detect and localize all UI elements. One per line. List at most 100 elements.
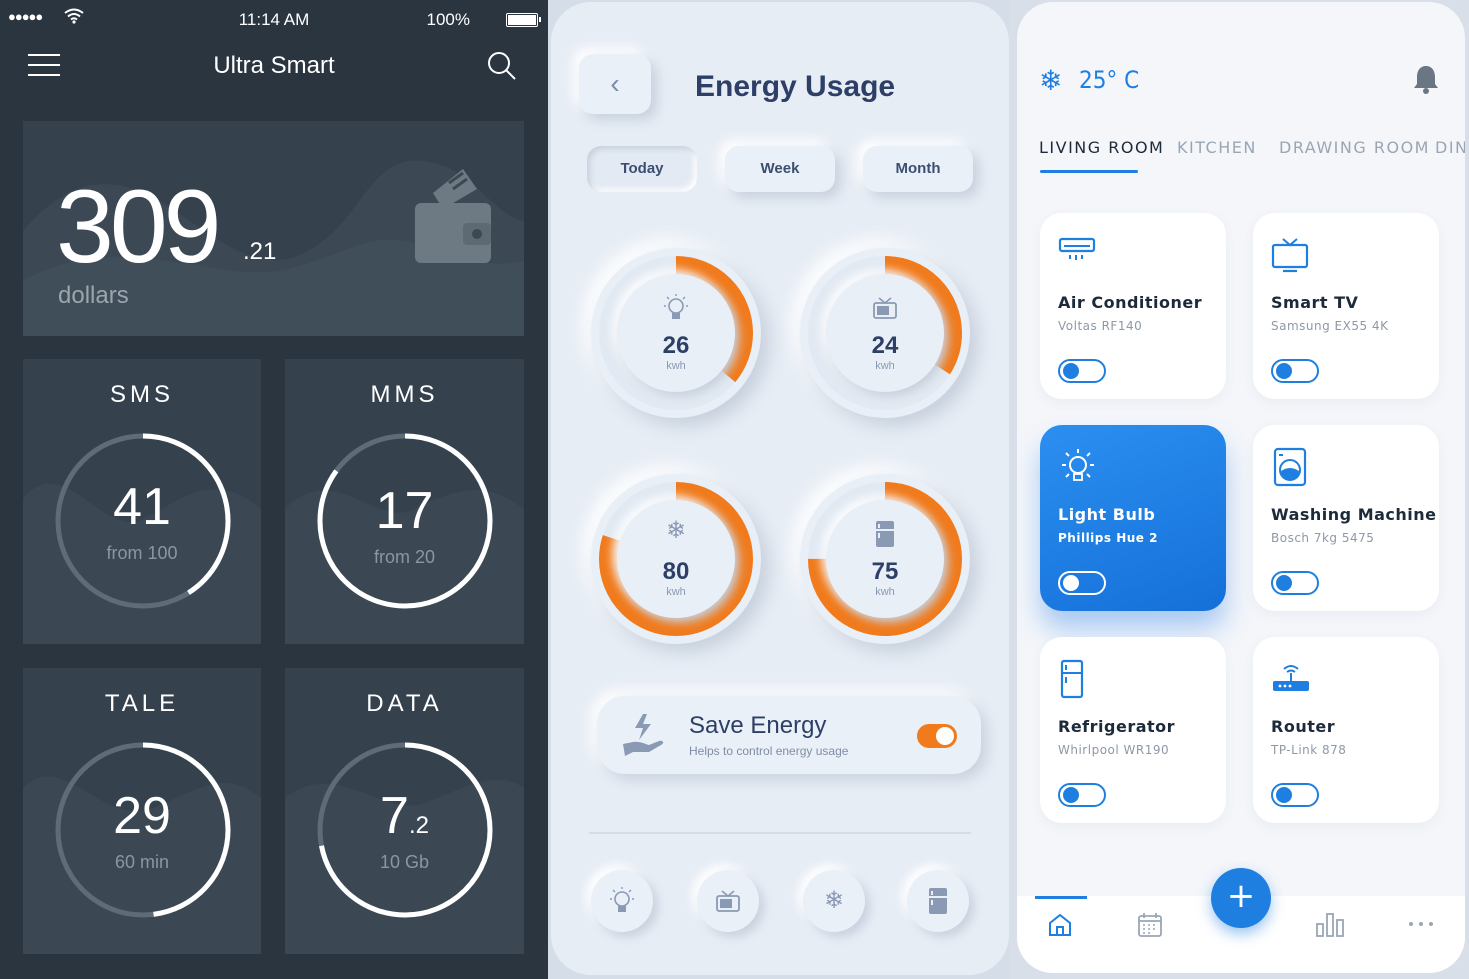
gauge-bulb-value: 26 [662,332,690,359]
tab-drawing-room[interactable]: DRAWING ROOM [1279,138,1430,157]
sms-title: SMS [109,381,174,408]
save-energy-title: Save Energy [689,712,827,739]
balance-decimal: .21 [243,238,277,265]
nav-tv-button[interactable] [697,870,759,932]
tab-kitchen[interactable]: KITCHEN [1177,138,1257,157]
tab-dining[interactable]: DINI [1435,138,1465,157]
device-name: Light Bulb [1058,505,1156,524]
device-toggle[interactable] [1058,359,1106,383]
tab-week[interactable]: Week [725,146,835,192]
device-card-refrigerator[interactable]: Refrigerator Whirlpool WR190 [1040,637,1226,823]
device-card-light-bulb[interactable]: Light Bulb Phillips Hue 2 [1040,425,1226,611]
tale-title: TALE [104,690,180,717]
calendar-icon[interactable] [1137,912,1163,938]
device-name: Washing Machine [1271,505,1437,524]
tab-month[interactable]: Month [863,146,973,192]
toggle-knob [1276,363,1292,379]
nav-fridge-button[interactable] [907,870,969,932]
device-card-washing-machine[interactable]: Washing Machine Bosch 7kg 5475 [1253,425,1439,611]
mms-title: MMS [370,381,439,408]
device-toggle[interactable] [1058,783,1106,807]
bell-icon[interactable] [1413,64,1439,94]
more-icon[interactable] [1407,920,1435,928]
active-tab-underline [1040,170,1138,173]
gauge-tv[interactable]: 24 kwh [800,248,970,418]
device-model: Phillips Hue 2 [1058,531,1158,545]
bulb-icon [1062,449,1094,481]
toggle-knob [936,727,954,745]
device-name: Router [1271,717,1336,736]
washing-machine-icon [1273,447,1307,487]
device-toggle[interactable] [1271,571,1319,595]
divider [589,832,971,834]
toggle-knob [1063,787,1079,803]
balance-unit: dollars [58,282,129,309]
data-decimal: .2 [408,812,429,839]
gauge-snowflake-value: 80 [662,558,690,585]
data-value: 7 [380,787,409,845]
gauge-bulb[interactable]: 26 kwh [591,248,761,418]
smart-home-panel: ❄ 25° C LIVING ROOM KITCHEN DRAWING ROOM… [1017,2,1465,973]
device-name: Air Conditioner [1058,293,1203,312]
tv-icon [1271,238,1309,273]
nav-bulb-button[interactable] [591,870,653,932]
device-model: Bosch 7kg 5475 [1271,531,1375,545]
data-title: DATA [366,690,443,717]
battery-percent: 100% [426,10,470,29]
add-device-button[interactable]: + [1211,868,1271,928]
status-bar: ●●●●● 11:14 AM 100% [0,0,548,38]
energy-usage-panel: ‹ Energy Usage Today Week Month 26 kwh 2… [551,2,1009,975]
data-sub: 10 Gb [379,852,430,872]
fridge-icon [1060,659,1084,699]
save-energy-card[interactable]: Save Energy Helps to control energy usag… [597,696,981,774]
device-card-air-conditioner[interactable]: Air Conditioner Voltas RF140 [1040,213,1226,399]
sms-value: 41 [113,478,171,536]
tv-icon [716,890,740,912]
back-button[interactable]: ‹ [579,54,651,114]
mms-sub: from 20 [373,547,436,567]
gauge-snowflake[interactable]: ❄ 80 kwh [591,474,761,644]
device-model: TP-Link 878 [1271,743,1347,757]
gauge-tv-value: 24 [871,332,899,359]
toggle-knob [1063,363,1079,379]
device-toggle[interactable] [1271,359,1319,383]
device-model: Samsung EX55 4K [1271,319,1389,333]
snowflake-icon: ❄ [665,517,687,544]
data-card[interactable]: DATA 7.2 10 Gb [285,668,524,954]
device-card-router[interactable]: Router TP-Link 878 [1253,637,1439,823]
device-name: Smart TV [1271,293,1359,312]
tale-value: 29 [113,787,171,845]
tab-today[interactable]: Today [587,146,697,192]
gauge-fridge-value: 75 [871,558,899,585]
gauge-fridge[interactable]: 75 kwh [800,474,970,644]
device-model: Voltas RF140 [1058,319,1143,333]
wallet-icon [415,169,491,263]
app-title: Ultra Smart [213,52,335,79]
gauge-tv-unit: kwh [875,360,895,372]
tale-card[interactable]: TALE 29 60 min [23,668,261,954]
toggle-knob [1276,787,1292,803]
toggle-knob [1276,575,1292,591]
snowflake-icon: ❄ [823,887,845,914]
mms-card[interactable]: MMS 17 from 20 [285,359,524,644]
page-title: Energy Usage [695,70,896,103]
device-toggle[interactable] [1058,571,1106,595]
sms-sub: from 100 [106,543,178,563]
sms-card[interactable]: SMS 41 from 100 [23,359,261,644]
save-energy-toggle[interactable] [917,724,957,748]
air-conditioner-icon [1058,237,1096,260]
toggle-knob [1063,575,1079,591]
search-icon[interactable] [486,50,518,82]
nav-snowflake-button[interactable]: ❄ [803,870,865,932]
snowflake-icon: ❄ [1039,64,1063,97]
device-model: Whirlpool WR190 [1058,743,1170,757]
device-name: Refrigerator [1058,717,1176,736]
stats-icon[interactable] [1315,912,1345,938]
gauge-fridge-unit: kwh [875,586,895,598]
tab-living-room[interactable]: LIVING ROOM [1039,138,1164,157]
mms-value: 17 [375,482,434,540]
data-value-row: 7.2 [285,786,524,846]
home-icon[interactable] [1047,912,1073,938]
device-card-smart-tv[interactable]: Smart TV Samsung EX55 4K [1253,213,1439,399]
device-toggle[interactable] [1271,783,1319,807]
